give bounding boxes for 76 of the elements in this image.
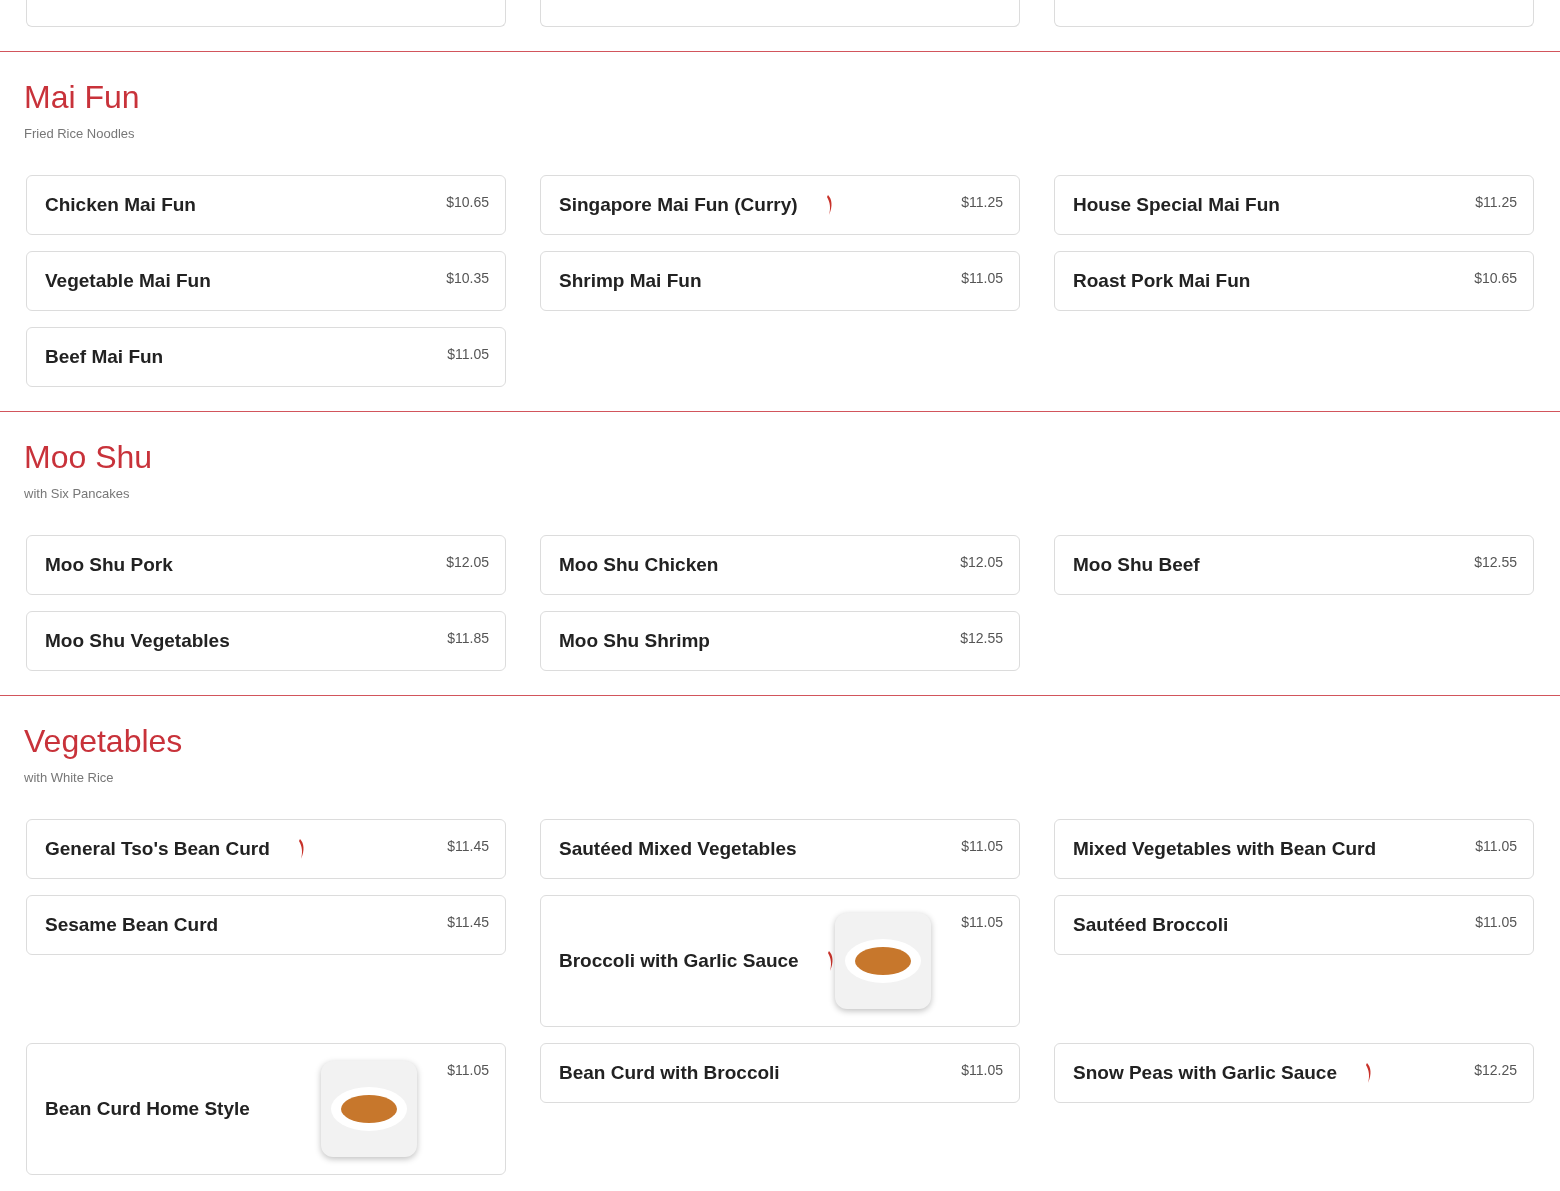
menu-item-card[interactable]: Mixed Vegetables with Bean Curd $11.05 [1054, 819, 1534, 879]
dish-name: Moo Shu Shrimp [559, 630, 710, 652]
price: $11.05 [961, 838, 1003, 854]
price: $12.25 [1474, 1062, 1517, 1078]
menu-item-card[interactable]: Roast Pork Mai Fun $10.65 [1054, 251, 1534, 311]
menu-item-card[interactable]: Vegetable Mai Fun $10.35 [26, 251, 506, 311]
dish-name: Vegetable Mai Fun [45, 270, 211, 292]
dish-name: Snow Peas with Garlic Sauce [1073, 1062, 1337, 1084]
menu-item-card[interactable]: Moo Shu Vegetables $11.85 [26, 611, 506, 671]
menu-item-card[interactable]: Chicken Mai Fun $10.65 [26, 175, 506, 235]
section-subtitle: with White Rice [24, 770, 115, 785]
dish-name: Bean Curd Home Style [45, 1098, 250, 1120]
chili-pepper-icon [297, 838, 306, 860]
menu-item-card[interactable]: Bean Curd with Broccoli $11.05 [540, 1043, 1020, 1103]
price: $11.45 [447, 838, 489, 854]
menu-item-card[interactable]: Shrimp Mai Fun $11.05 [540, 251, 1020, 311]
menu-item-card[interactable]: General Tso's Bean Curd $11.45 [26, 819, 506, 879]
price: $11.05 [961, 1062, 1003, 1078]
menu-item-card[interactable]: Singapore Mai Fun (Curry) $11.25 [540, 175, 1020, 235]
menu-item-card[interactable] [1054, 0, 1534, 27]
dish-name: Beef Mai Fun [45, 346, 164, 368]
price: $11.05 [447, 1062, 489, 1078]
dish-name: Roast Pork Mai Fun [1073, 270, 1251, 292]
price: $12.05 [960, 554, 1003, 570]
menu-item-card[interactable]: Moo Shu Shrimp $12.55 [540, 611, 1020, 671]
menu-item-card[interactable]: Sautéed Mixed Vegetables $11.05 [540, 819, 1020, 879]
section-subtitle: with Six Pancakes [24, 486, 131, 501]
section-title: Moo Shu [24, 438, 154, 476]
menu-item-card[interactable]: Beef Mai Fun $11.05 [26, 327, 506, 387]
price: $11.05 [1475, 914, 1517, 930]
price: $10.65 [446, 194, 489, 210]
price: $11.05 [961, 914, 1003, 930]
price: $11.85 [447, 630, 489, 646]
section-title: Mai Fun [24, 78, 141, 116]
section-title: Vegetables [24, 722, 184, 760]
price: $12.55 [960, 630, 1003, 646]
dish-name: Sesame Bean Curd [45, 914, 219, 936]
menu-item-card[interactable]: Moo Shu Pork $12.05 [26, 535, 506, 595]
menu-item-card[interactable]: House Special Mai Fun $11.25 [1054, 175, 1534, 235]
dish-name: Shrimp Mai Fun [559, 270, 702, 292]
price: $12.55 [1474, 554, 1517, 570]
chili-pepper-icon [826, 950, 835, 972]
price: $11.05 [1475, 838, 1517, 854]
price: $11.05 [447, 346, 489, 362]
dish-name: Moo Shu Chicken [559, 554, 719, 576]
menu-item-card[interactable] [26, 0, 506, 27]
dish-name: Moo Shu Vegetables [45, 630, 230, 652]
dish-name: Mixed Vegetables with Bean Curd [1073, 838, 1377, 860]
menu-item-card[interactable]: Broccoli with Garlic Sauce $11.05 [540, 895, 1020, 1027]
price: $11.25 [961, 194, 1003, 210]
dish-name: Moo Shu Pork [45, 554, 173, 576]
price: $12.05 [446, 554, 489, 570]
section-subtitle: Fried Rice Noodles [24, 126, 136, 141]
menu-item-card[interactable]: Bean Curd Home Style $11.05 [26, 1043, 506, 1175]
dish-name: Sautéed Mixed Vegetables [559, 838, 797, 860]
price: $10.65 [1474, 270, 1517, 286]
dish-name: General Tso's Bean Curd [45, 838, 270, 860]
menu-item-card[interactable]: Snow Peas with Garlic Sauce $12.25 [1054, 1043, 1534, 1103]
price: $11.05 [961, 270, 1003, 286]
dish-name: Moo Shu Beef [1073, 554, 1200, 576]
dish-name: Chicken Mai Fun [45, 194, 196, 216]
menu-item-card[interactable]: Sautéed Broccoli $11.05 [1054, 895, 1534, 955]
price: $10.35 [446, 270, 489, 286]
chili-pepper-icon [825, 194, 834, 216]
menu-item-card[interactable]: Moo Shu Chicken $12.05 [540, 535, 1020, 595]
dish-name: House Special Mai Fun [1073, 194, 1280, 216]
menu-item-card[interactable]: Moo Shu Beef $12.55 [1054, 535, 1534, 595]
dish-name: Broccoli with Garlic Sauce [559, 950, 799, 972]
price: $11.45 [447, 914, 489, 930]
dish-name: Bean Curd with Broccoli [559, 1062, 780, 1084]
menu-item-card[interactable]: Sesame Bean Curd $11.45 [26, 895, 506, 955]
price: $11.25 [1475, 194, 1517, 210]
dish-name: Singapore Mai Fun (Curry) [559, 194, 798, 216]
dish-name: Sautéed Broccoli [1073, 914, 1229, 936]
chili-pepper-icon [1365, 1062, 1373, 1084]
menu-item-card[interactable] [540, 0, 1020, 27]
